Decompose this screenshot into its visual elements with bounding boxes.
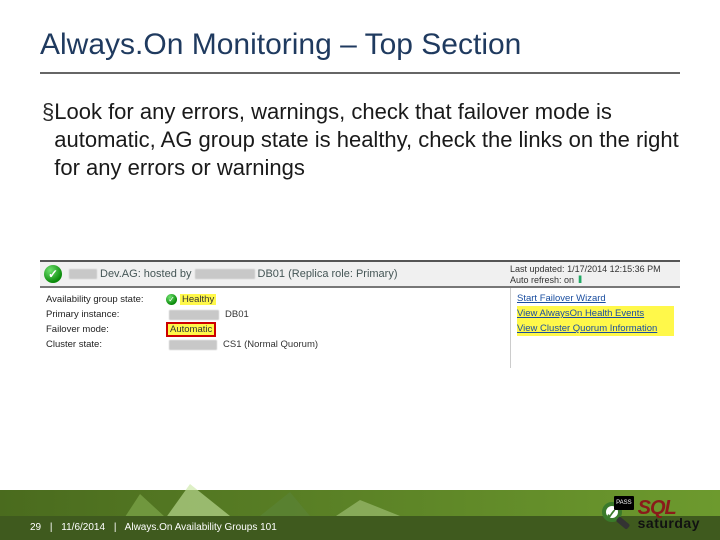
separator: | (50, 522, 53, 533)
link-health-events[interactable]: View AlwaysOn Health Events (517, 306, 674, 321)
sql-saturday-logo: ✓ PASS SQL saturday (596, 498, 700, 534)
screenshot-left: Availability group state: ✓ Healthy Prim… (40, 288, 510, 368)
kv-label: Availability group state: (46, 294, 166, 305)
highlighted-value: Healthy (180, 294, 216, 305)
check-circle-icon: ✓ (166, 294, 177, 305)
kv-row-failover: Failover mode: Automatic (46, 322, 510, 337)
screenshot-header: ✓ Dev.AG: hosted by DB01 (Replica role: … (40, 262, 680, 288)
magnifier-handle (615, 516, 630, 530)
pause-icon: II (578, 275, 580, 286)
auto-refresh-row: Auto refresh: on II (510, 275, 674, 286)
status-icon-wrap: ✓ (40, 262, 66, 286)
screenshot-body: Availability group state: ✓ Healthy Prim… (40, 288, 680, 368)
redacted-text (169, 340, 217, 350)
footer-date: 11/6/2014 (61, 522, 105, 533)
last-updated: Last updated: 1/17/2014 12:15:36 PM (510, 264, 674, 275)
kv-value: CS1 (Normal Quorum) (166, 339, 318, 350)
logo-icon: ✓ PASS (596, 498, 632, 534)
kv-label: Cluster state: (46, 339, 166, 350)
check-circle-icon: ✓ (44, 265, 62, 283)
screenshot-right-links: Start Failover Wizard View AlwaysOn Heal… (510, 288, 680, 368)
title-underline (40, 72, 680, 74)
screenshot-title: Dev.AG: hosted by DB01 (Replica role: Pr… (66, 262, 398, 286)
kv-label: Failover mode: (46, 324, 166, 335)
kv-value: ✓ Healthy (166, 294, 216, 305)
cluster-tail: CS1 (Normal Quorum) (223, 339, 318, 350)
kv-value: DB01 (166, 309, 249, 320)
kv-row-primary: Primary instance: DB01 (46, 307, 510, 322)
kv-row-state: Availability group state: ✓ Healthy (46, 292, 510, 307)
kv-value: Automatic (166, 322, 216, 337)
page-number: 29 (30, 522, 41, 533)
logo-saturday: saturday (638, 516, 700, 531)
logo-sql: SQL (638, 501, 700, 516)
bullet-item: § Look for any errors, warnings, check t… (42, 98, 682, 182)
last-updated-value: 1/17/2014 12:15:36 PM (567, 264, 661, 274)
link-start-failover[interactable]: Start Failover Wizard (517, 291, 674, 306)
deck-title: Always.On Availability Groups 101 (125, 522, 277, 533)
header-mid: Dev.AG: hosted by (100, 268, 192, 280)
footer-text: 29 | 11/6/2014 | Always.On Availability … (30, 522, 277, 533)
header-tail: DB01 (Replica role: Primary) (258, 268, 398, 280)
auto-refresh-label: Auto refresh: on (510, 275, 574, 286)
slide-title: Always.On Monitoring – Top Section (40, 28, 521, 62)
highlighted-boxed-value: Automatic (166, 322, 216, 337)
bullet-text: Look for any errors, warnings, check tha… (54, 98, 682, 182)
kv-row-cluster: Cluster state: CS1 (Normal Quorum) (46, 337, 510, 352)
separator: | (114, 522, 117, 533)
redacted-text (169, 310, 219, 320)
header-right: Last updated: 1/17/2014 12:15:36 PM Auto… (510, 262, 680, 286)
kv-label: Primary instance: (46, 309, 166, 320)
footer: 29 | 11/6/2014 | Always.On Availability … (0, 470, 720, 540)
redacted-text (195, 269, 255, 279)
bullet-marker: § (42, 98, 54, 126)
logo-text: SQL saturday (638, 501, 700, 531)
bullet-list: § Look for any errors, warnings, check t… (42, 98, 682, 182)
pass-badge: PASS (614, 496, 634, 510)
last-updated-label: Last updated: (510, 264, 565, 274)
redacted-text (69, 269, 97, 279)
embedded-screenshot: ✓ Dev.AG: hosted by DB01 (Replica role: … (40, 260, 680, 370)
primary-tail: DB01 (225, 309, 249, 320)
link-cluster-quorum[interactable]: View Cluster Quorum Information (517, 321, 674, 336)
slide: Always.On Monitoring – Top Section § Loo… (0, 0, 720, 540)
